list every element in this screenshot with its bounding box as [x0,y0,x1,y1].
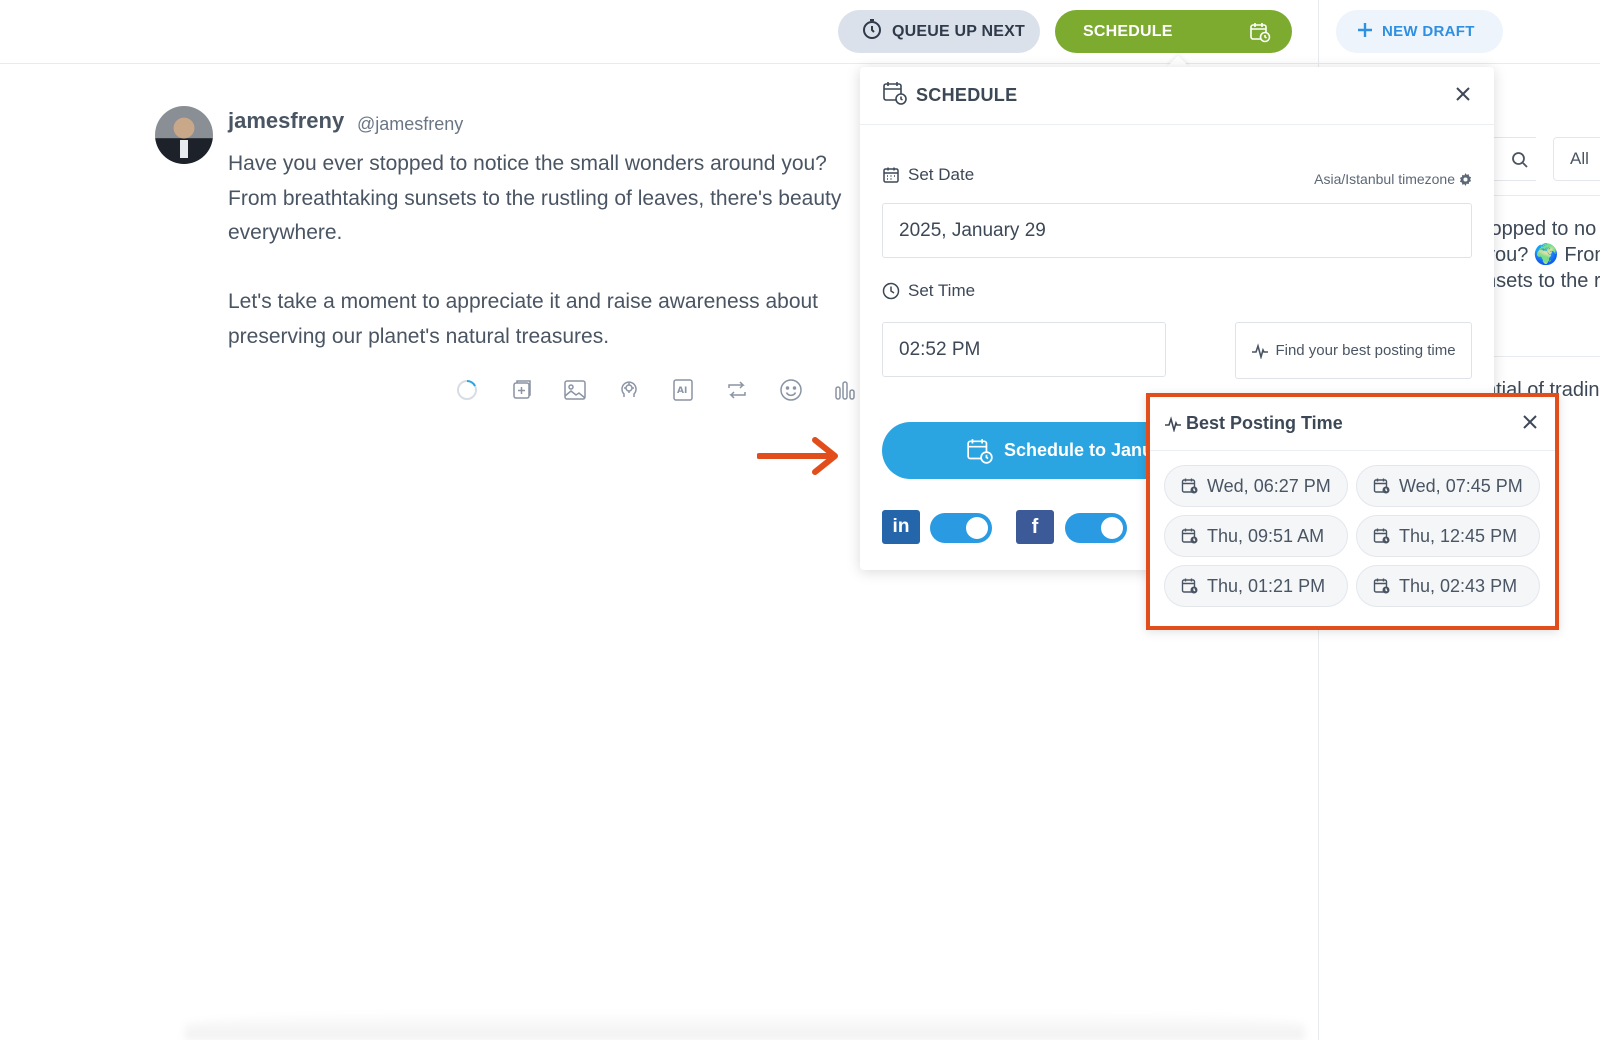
post-text-line: From breathtaking sunsets to the rustlin… [228,186,842,210]
post-text-line: preserving our planet's natural treasure… [228,324,610,348]
best-posting-time-title: Best Posting Time [1186,413,1343,433]
linkedin-toggle[interactable] [930,513,992,543]
close-best-posting-time-button[interactable] [1521,413,1539,436]
post-text-line: Let's take a moment to appreciate it and… [228,290,819,313]
set-date-label: Set Date [882,165,974,185]
close-icon [1523,415,1537,429]
time-slot-button[interactable]: Thu, 09:51 AM [1164,515,1348,557]
find-best-posting-time-label: Find your best posting time [1275,342,1456,359]
draft-card-line: nsets to the r [1485,270,1600,292]
filter-label: All [1570,149,1589,168]
post-text-line: Have you ever stopped to notice the smal… [228,152,827,175]
emoji-icon[interactable] [779,378,803,402]
calendar-clock-icon [1373,578,1390,594]
timer-icon [860,17,884,46]
queue-up-next-label: QUEUE UP NEXT [892,22,1025,40]
time-slot-button[interactable]: Thu, 12:45 PM [1356,515,1540,557]
filter-select[interactable]: All [1553,137,1600,181]
time-slot-label: Wed, 06:27 PM [1207,475,1331,496]
pulse-icon [1165,415,1181,432]
close-schedule-popover-button[interactable] [1454,85,1472,108]
timezone-settings-link[interactable]: Asia/Istanbul timezone [1314,171,1472,187]
editor-toolbar: AI [455,378,857,402]
best-posting-time-popover: Best Posting Time Wed, 06:27 PM Wed, 07:… [1146,393,1559,630]
calendar-clock-icon [882,80,908,111]
time-slot-label: Thu, 12:45 PM [1399,525,1518,546]
date-input[interactable]: 2025, January 29 [882,203,1472,258]
queue-up-next-button[interactable]: QUEUE UP NEXT [838,10,1040,53]
image-icon[interactable] [563,378,587,402]
post-username: jamesfreny [228,108,345,133]
calendar-clock-icon [967,438,993,464]
draft-card-line: topped to no [1485,218,1597,240]
post-handle: @jamesfreny [357,114,464,134]
schedule-button[interactable]: SCHEDULE [1055,10,1292,53]
post-text[interactable]: Have you ever stopped to notice the smal… [228,147,860,354]
repost-icon[interactable] [725,378,749,402]
draft-card-line: you? 🌍 Fron [1485,244,1600,266]
set-time-label: Set Time [882,281,975,301]
character-count-icon[interactable] [455,378,479,402]
set-date-text: Set Date [908,165,975,184]
facebook-toggle[interactable] [1065,513,1127,543]
post-text-blank-line [228,251,860,286]
best-posting-time-header: Best Posting Time [1150,397,1555,451]
timezone-label: Asia/Istanbul timezone [1314,171,1455,187]
time-slot-label: Thu, 01:21 PM [1207,575,1326,596]
time-slot-label: Thu, 02:43 PM [1399,575,1518,596]
find-best-posting-time-button[interactable]: Find your best posting time [1235,322,1472,379]
linkedin-icon: in [882,510,920,544]
calendar-clock-icon [1248,20,1272,49]
calendar-clock-icon [1181,528,1198,544]
clock-icon [882,282,900,300]
new-draft-button[interactable]: NEW DRAFT [1336,10,1503,53]
gear-icon [1459,172,1472,186]
search-icon [1512,152,1528,168]
new-draft-label: NEW DRAFT [1382,23,1475,40]
calendar-clock-icon [1181,478,1198,494]
calendar-clock-icon [1181,578,1198,594]
footer-shadow [185,1010,1305,1040]
add-thread-icon[interactable] [509,378,533,402]
time-slot-button[interactable]: Wed, 06:27 PM [1164,465,1348,507]
schedule-popover-title: SCHEDULE [916,85,1018,105]
facebook-icon: f [1016,510,1054,544]
calendar-icon [883,167,899,183]
svg-text:AI: AI [677,386,687,396]
time-input[interactable]: 02:52 PM [882,322,1166,377]
schedule-button-label: SCHEDULE [1083,22,1173,40]
post-text-line: everywhere. [228,221,343,244]
close-icon [1456,87,1470,101]
calendar-clock-icon [1373,478,1390,494]
poll-icon[interactable] [833,378,857,402]
top-bar: QUEUE UP NEXT SCHEDULE NEW DRAFT [0,0,1600,64]
avatar [155,106,213,164]
time-slot-label: Wed, 07:45 PM [1399,475,1523,496]
pulse-icon [1252,342,1269,359]
calendar-clock-icon [1373,528,1390,544]
ai-brain-icon[interactable] [617,378,641,402]
time-slot-button[interactable]: Thu, 02:43 PM [1356,565,1540,607]
time-slot-label: Thu, 09:51 AM [1207,525,1325,546]
schedule-popover-header: SCHEDULE [860,67,1494,125]
time-slot-button[interactable]: Thu, 01:21 PM [1164,565,1348,607]
set-time-text: Set Time [908,281,976,300]
draft-card[interactable]: topped to no you? 🌍 Fron nsets to the r [1480,195,1600,355]
time-slot-button[interactable]: Wed, 07:45 PM [1356,465,1540,507]
annotation-arrow-icon [756,434,847,483]
ai-writer-icon[interactable]: AI [671,378,695,402]
plus-icon [1356,21,1374,43]
time-slot-grid: Wed, 06:27 PM Wed, 07:45 PM Thu, 09:51 A… [1164,465,1540,607]
